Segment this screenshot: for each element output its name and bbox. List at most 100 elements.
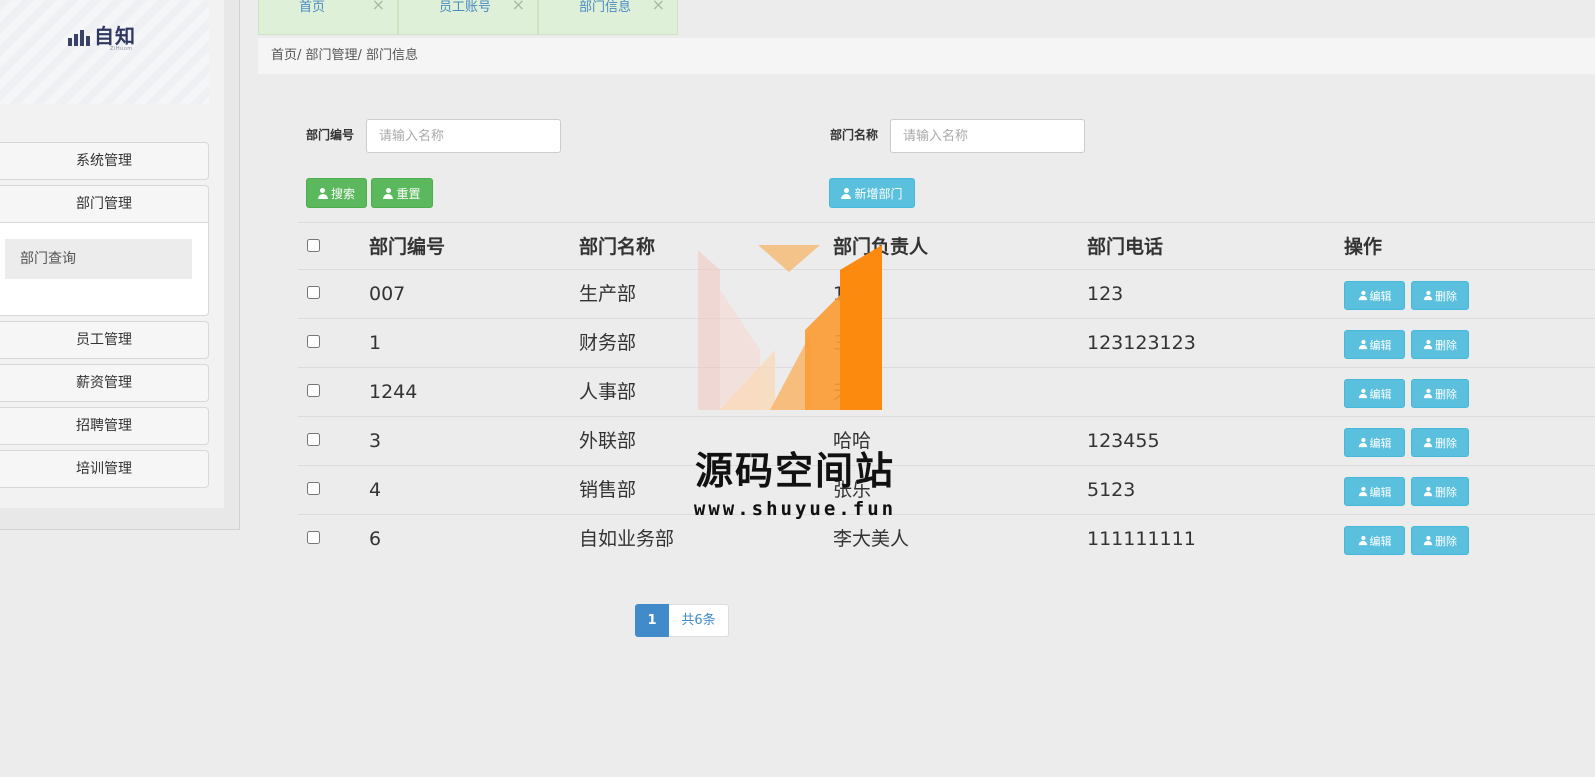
- tab-employee-account[interactable]: 员工账号 ×: [398, 0, 538, 35]
- table-row: 3 外联部 哈哈 123455 编辑 删除: [298, 416, 1595, 465]
- close-icon[interactable]: ×: [372, 0, 385, 13]
- cell-dept-name: 生产部: [579, 283, 637, 305]
- delete-button[interactable]: 删除: [1411, 428, 1469, 457]
- row-checkbox[interactable]: [307, 433, 320, 446]
- user-icon: [383, 187, 394, 199]
- edit-button[interactable]: 编辑: [1344, 281, 1405, 310]
- sidebar-submenu-department: 部门查询: [0, 223, 209, 316]
- cell-dept-no: 6: [369, 528, 382, 550]
- edit-label: 编辑: [1369, 534, 1392, 548]
- page-total-count: 共6条: [669, 604, 729, 637]
- add-department-button-label: 新增部门: [854, 186, 903, 201]
- logo-text: 自知: [94, 24, 136, 48]
- user-icon: [1423, 388, 1433, 399]
- cell-dept-head: 哈哈: [833, 430, 872, 452]
- edit-button[interactable]: 编辑: [1344, 526, 1405, 555]
- close-icon[interactable]: ×: [512, 0, 525, 13]
- table-row: 1244 人事部 天 编辑 删除: [298, 367, 1595, 416]
- table-row: 4 销售部 张乐 5123 编辑 删除: [298, 465, 1595, 514]
- edit-button[interactable]: 编辑: [1344, 379, 1405, 408]
- sidebar-subitem-department-query[interactable]: 部门查询: [5, 239, 192, 279]
- user-icon: [841, 187, 852, 199]
- cell-dept-head: 张乐: [833, 479, 872, 501]
- tab-bar: 首页 × 员工账号 × 部门信息 ×: [258, 0, 678, 35]
- edit-button[interactable]: 编辑: [1344, 477, 1405, 506]
- user-icon: [1423, 486, 1433, 497]
- tab-label: 员工账号: [439, 0, 492, 15]
- delete-button[interactable]: 删除: [1411, 281, 1469, 310]
- sidebar-item-department[interactable]: 部门管理: [0, 185, 209, 223]
- edit-label: 编辑: [1369, 387, 1392, 401]
- user-icon: [1423, 290, 1433, 301]
- sidebar-item-salary[interactable]: 薪资管理: [0, 364, 209, 402]
- row-checkbox[interactable]: [307, 286, 320, 299]
- breadcrumb: 首页/ 部门管理/ 部门信息: [258, 38, 1595, 74]
- user-icon: [1358, 437, 1367, 448]
- sidebar-item-training[interactable]: 培训管理: [0, 450, 209, 488]
- edit-label: 编辑: [1369, 485, 1392, 499]
- edit-label: 编辑: [1369, 338, 1392, 352]
- delete-button[interactable]: 删除: [1411, 477, 1469, 506]
- delete-label: 删除: [1435, 485, 1457, 499]
- cell-dept-no: 1: [369, 332, 382, 354]
- cell-dept-name: 人事部: [579, 381, 637, 403]
- table-row: 1 财务部 三 123123123 编辑 删除: [298, 318, 1595, 367]
- search-button[interactable]: 搜索: [306, 178, 367, 208]
- edit-button[interactable]: 编辑: [1344, 330, 1405, 359]
- user-icon: [1423, 339, 1433, 350]
- header-dept-no: 部门编号: [369, 236, 446, 258]
- dept-no-input[interactable]: [366, 119, 561, 153]
- edit-button[interactable]: 编辑: [1344, 428, 1405, 457]
- delete-label: 删除: [1435, 338, 1457, 352]
- header-dept-name: 部门名称: [579, 236, 656, 258]
- tab-department-info[interactable]: 部门信息 ×: [538, 0, 678, 35]
- cell-dept-head: 李大美人: [833, 528, 910, 550]
- cell-dept-head: 天: [833, 381, 853, 403]
- edit-label: 编辑: [1369, 436, 1392, 450]
- delete-button[interactable]: 删除: [1411, 379, 1469, 408]
- dept-name-input[interactable]: [890, 119, 1085, 153]
- delete-label: 删除: [1435, 289, 1457, 303]
- add-department-button[interactable]: 新增部门: [829, 178, 915, 208]
- row-checkbox[interactable]: [307, 531, 320, 544]
- page-button-current[interactable]: 1: [635, 604, 669, 637]
- user-icon: [1358, 339, 1367, 350]
- row-checkbox[interactable]: [307, 335, 320, 348]
- cell-dept-head: 三: [833, 332, 853, 354]
- header-dept-phone: 部门电话: [1087, 236, 1164, 258]
- user-icon: [1358, 535, 1367, 546]
- sidebar-item-employee[interactable]: 员工管理: [0, 321, 209, 359]
- user-icon: [1423, 437, 1433, 448]
- cell-dept-phone: 123123123: [1087, 332, 1196, 354]
- edit-label: 编辑: [1369, 289, 1392, 303]
- cell-dept-name: 自如业务部: [579, 528, 675, 550]
- close-icon[interactable]: ×: [652, 0, 665, 13]
- row-checkbox[interactable]: [307, 482, 320, 495]
- header-dept-head: 部门负责人: [833, 236, 929, 258]
- sidebar-item-system[interactable]: 系统管理: [0, 142, 209, 180]
- table-header-row: 部门编号 部门名称 部门负责人 部门电话 操作: [298, 222, 1595, 271]
- cell-dept-phone: 5123: [1087, 479, 1136, 501]
- header-actions: 操作: [1344, 236, 1383, 258]
- delete-label: 删除: [1435, 387, 1457, 401]
- logo: 自知: [68, 26, 136, 46]
- reset-button[interactable]: 重置: [371, 178, 433, 208]
- logo-subtext: ZiHuom: [110, 46, 133, 52]
- table-row: 6 自如业务部 李大美人 111111111 编辑 删除: [298, 514, 1595, 563]
- user-icon: [1358, 388, 1367, 399]
- delete-button[interactable]: 删除: [1411, 526, 1469, 555]
- delete-label: 删除: [1435, 436, 1457, 450]
- cell-dept-no: 4: [369, 479, 382, 501]
- delete-button[interactable]: 删除: [1411, 330, 1469, 359]
- search-button-label: 搜索: [330, 186, 355, 201]
- sidebar-item-recruit[interactable]: 招聘管理: [0, 407, 209, 445]
- dept-no-label: 部门编号: [306, 128, 355, 142]
- tab-home[interactable]: 首页 ×: [258, 0, 398, 35]
- user-icon: [1358, 486, 1367, 497]
- pagination: 1 共6条: [635, 604, 729, 637]
- sidebar: 自知 ZiHuom 系统管理 部门管理 部门查询 员工管理 薪资管理 招聘管理 …: [0, 0, 240, 530]
- logo-bars-icon: [68, 28, 90, 46]
- logo-area: 自知 ZiHuom: [0, 0, 209, 104]
- select-all-checkbox[interactable]: [307, 239, 320, 252]
- row-checkbox[interactable]: [307, 384, 320, 397]
